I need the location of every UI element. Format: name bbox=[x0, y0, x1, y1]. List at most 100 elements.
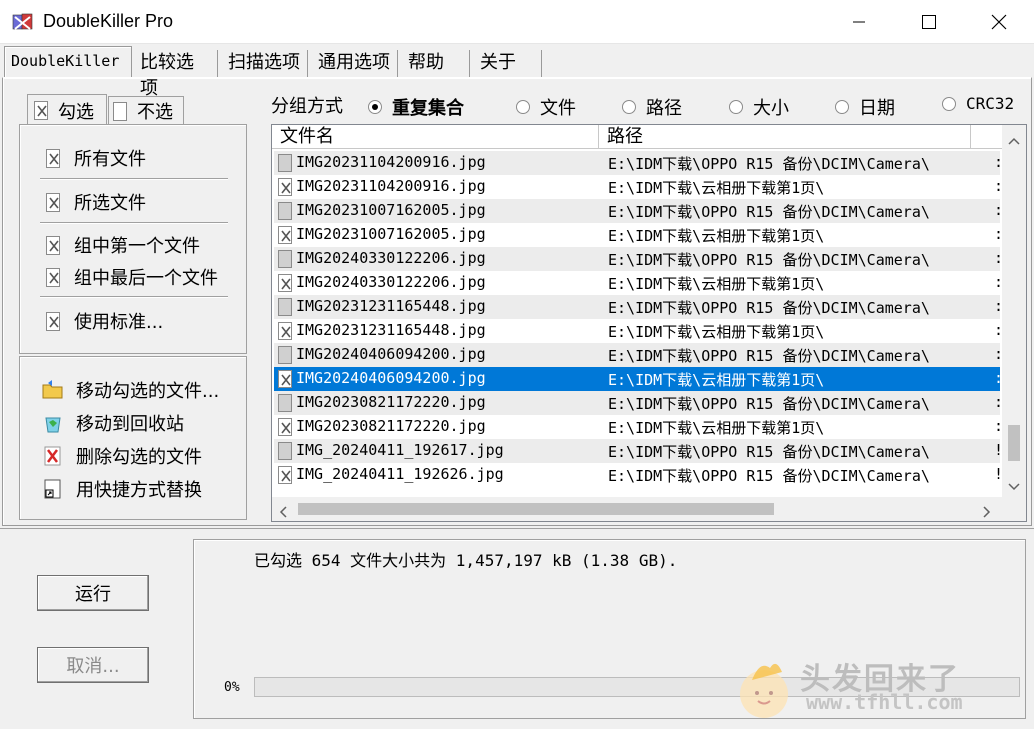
delete-checked-files-button[interactable]: 删除勾选的文件 bbox=[42, 443, 202, 469]
progress-percent: 0% bbox=[224, 680, 240, 695]
table-row[interactable]: IMG20231231165448.jpg E:\IDM下载\OPPO R15 备… bbox=[274, 295, 1003, 319]
table-row[interactable]: IMG20240330122206.jpg E:\IDM下载\云相册下载第1页\: bbox=[274, 271, 1003, 295]
tab-about[interactable]: 关于 bbox=[474, 50, 542, 78]
move-to-recycle-bin-button[interactable]: 移动到回收站 bbox=[42, 410, 184, 436]
check-x-icon bbox=[46, 311, 60, 331]
row-unchecked-icon[interactable] bbox=[278, 154, 292, 172]
select-by-criteria[interactable]: 使用标准... bbox=[46, 308, 163, 334]
radio-duplicate-sets[interactable]: 重复集合 bbox=[368, 94, 464, 120]
file-name-cell: IMG_20240411_192626.jpg bbox=[296, 465, 504, 483]
radio-file[interactable]: 文件 bbox=[516, 94, 576, 120]
radio-icon bbox=[729, 100, 743, 114]
group-by-label: 分组方式 bbox=[271, 96, 343, 117]
file-list[interactable]: 文件名 路径 IMG20231104200916.jpg E:\IDM下载\OPP… bbox=[271, 124, 1027, 522]
row-unchecked-icon[interactable] bbox=[278, 394, 292, 412]
table-row[interactable]: IMG_20240411_192617.jpg E:\IDM下载\OPPO R15… bbox=[274, 439, 1003, 463]
file-name-cell: IMG20230821172220.jpg bbox=[296, 393, 486, 411]
scroll-left-icon[interactable] bbox=[278, 503, 288, 521]
table-row[interactable]: IMG20231104200916.jpg E:\IDM下载\OPPO R15 备… bbox=[274, 151, 1003, 175]
scrollbar-corner bbox=[1002, 497, 1026, 521]
tab-scan-options[interactable]: 扫描选项 bbox=[222, 50, 308, 78]
table-row[interactable]: IMG20240406094200.jpg E:\IDM下载\云相册下载第1页\: bbox=[274, 367, 1003, 391]
tab-compare-options[interactable]: 比较选项 bbox=[134, 50, 218, 99]
table-row[interactable]: IMG20240330122206.jpg E:\IDM下载\OPPO R15 备… bbox=[274, 247, 1003, 271]
table-row[interactable]: IMG20231104200916.jpg E:\IDM下载\云相册下载第1页\: bbox=[274, 175, 1003, 199]
shortcut-icon bbox=[42, 478, 64, 500]
column-header-filename[interactable]: 文件名 bbox=[272, 125, 599, 149]
vertical-scrollbar[interactable] bbox=[1002, 125, 1026, 497]
close-icon bbox=[991, 14, 1007, 30]
table-row[interactable]: IMG20231007162005.jpg E:\IDM下载\OPPO R15 备… bbox=[274, 199, 1003, 223]
delete-x-icon bbox=[42, 445, 64, 467]
table-row[interactable]: IMG20231007162005.jpg E:\IDM下载\云相册下载第1页\: bbox=[274, 223, 1003, 247]
row-unchecked-icon[interactable] bbox=[278, 250, 292, 268]
file-path-cell: E:\IDM下载\云相册下载第1页\ bbox=[608, 419, 825, 437]
row-checked-icon[interactable] bbox=[278, 274, 292, 292]
minimize-button[interactable] bbox=[824, 0, 894, 44]
replace-with-shortcut-button[interactable]: 用快捷方式替换 bbox=[42, 476, 202, 502]
radio-icon bbox=[622, 100, 636, 114]
row-unchecked-icon[interactable] bbox=[278, 202, 292, 220]
move-checked-files-button[interactable]: 移动勾选的文件... bbox=[42, 377, 219, 403]
file-path-cell: E:\IDM下载\云相册下载第1页\ bbox=[608, 179, 825, 197]
file-name-cell: IMG20231007162005.jpg bbox=[296, 225, 486, 243]
check-x-icon bbox=[34, 101, 48, 120]
file-name-cell: IMG20240330122206.jpg bbox=[296, 273, 486, 291]
watermark-url: www.tfhll.com bbox=[806, 690, 963, 714]
maximize-button[interactable] bbox=[894, 0, 964, 44]
minimize-icon bbox=[852, 15, 866, 29]
radio-size[interactable]: 大小 bbox=[729, 94, 789, 120]
row-checked-icon[interactable] bbox=[278, 322, 292, 340]
row-checked-icon[interactable] bbox=[278, 226, 292, 244]
table-row[interactable]: IMG20240406094200.jpg E:\IDM下载\OPPO R15 备… bbox=[274, 343, 1003, 367]
window-title: DoubleKiller Pro bbox=[43, 11, 174, 31]
select-all-files[interactable]: 所有文件 bbox=[46, 145, 146, 171]
tab-doublekiller[interactable]: DoubleKiller bbox=[4, 46, 132, 79]
close-button[interactable] bbox=[964, 0, 1034, 44]
table-row[interactable]: IMG_20240411_192626.jpg E:\IDM下载\OPPO R15… bbox=[274, 463, 1003, 487]
maximize-icon bbox=[922, 15, 936, 29]
row-unchecked-icon[interactable] bbox=[278, 298, 292, 316]
vertical-scroll-thumb[interactable] bbox=[1008, 425, 1020, 461]
radio-crc32[interactable]: CRC32 bbox=[942, 94, 1014, 113]
select-first-in-group[interactable]: 组中第一个文件 bbox=[46, 232, 200, 258]
tab-help[interactable]: 帮助 bbox=[402, 50, 470, 78]
table-row[interactable]: IMG20230821172220.jpg E:\IDM下载\云相册下载第1页\: bbox=[274, 415, 1003, 439]
horizontal-scrollbar[interactable] bbox=[272, 497, 1002, 521]
scroll-up-icon[interactable] bbox=[1008, 131, 1020, 151]
app-logo-icon bbox=[12, 11, 34, 33]
select-last-in-group[interactable]: 组中最后一个文件 bbox=[46, 264, 218, 290]
radio-date[interactable]: 日期 bbox=[835, 94, 895, 120]
file-name-cell: IMG_20240411_192617.jpg bbox=[296, 441, 504, 459]
file-path-cell: E:\IDM下载\云相册下载第1页\ bbox=[608, 227, 825, 245]
table-row[interactable]: IMG20230821172220.jpg E:\IDM下载\OPPO R15 备… bbox=[274, 391, 1003, 415]
file-name-cell: IMG20231104200916.jpg bbox=[296, 153, 486, 171]
file-path-cell: E:\IDM下载\云相册下载第1页\ bbox=[608, 371, 825, 389]
file-path-cell: E:\IDM下载\OPPO R15 备份\DCIM\Camera\ bbox=[608, 251, 930, 269]
recycle-bin-icon bbox=[42, 412, 64, 434]
run-button[interactable]: 运行 bbox=[37, 575, 149, 611]
select-options-box: 所有文件 所选文件 组中第一个文件 组中最后一个文件 使用标准... bbox=[19, 124, 247, 354]
horizontal-scroll-thumb[interactable] bbox=[298, 503, 774, 515]
row-checked-icon[interactable] bbox=[278, 178, 292, 196]
divider bbox=[40, 178, 228, 180]
row-checked-icon[interactable] bbox=[278, 466, 292, 484]
file-path-cell: E:\IDM下载\云相册下载第1页\ bbox=[608, 275, 825, 293]
table-row[interactable]: IMG20231231165448.jpg E:\IDM下载\云相册下载第1页\: bbox=[274, 319, 1003, 343]
select-selected-files[interactable]: 所选文件 bbox=[46, 189, 146, 215]
column-header-path[interactable]: 路径 bbox=[599, 125, 971, 149]
row-unchecked-icon[interactable] bbox=[278, 442, 292, 460]
row-checked-icon[interactable] bbox=[278, 418, 292, 436]
row-unchecked-icon[interactable] bbox=[278, 346, 292, 364]
scroll-right-icon[interactable] bbox=[982, 503, 992, 521]
radio-path[interactable]: 路径 bbox=[622, 94, 682, 120]
file-name-cell: IMG20230821172220.jpg bbox=[296, 417, 486, 435]
row-checked-icon[interactable] bbox=[278, 370, 292, 388]
radio-icon bbox=[942, 96, 956, 111]
scroll-down-icon[interactable] bbox=[1008, 477, 1020, 497]
cancel-button[interactable]: 取消... bbox=[37, 647, 149, 683]
tab-check[interactable]: 勾选 bbox=[27, 94, 107, 126]
tab-general-options[interactable]: 通用选项 bbox=[312, 50, 398, 78]
radio-icon bbox=[516, 100, 530, 114]
tab-uncheck[interactable]: 不选 bbox=[108, 96, 184, 126]
